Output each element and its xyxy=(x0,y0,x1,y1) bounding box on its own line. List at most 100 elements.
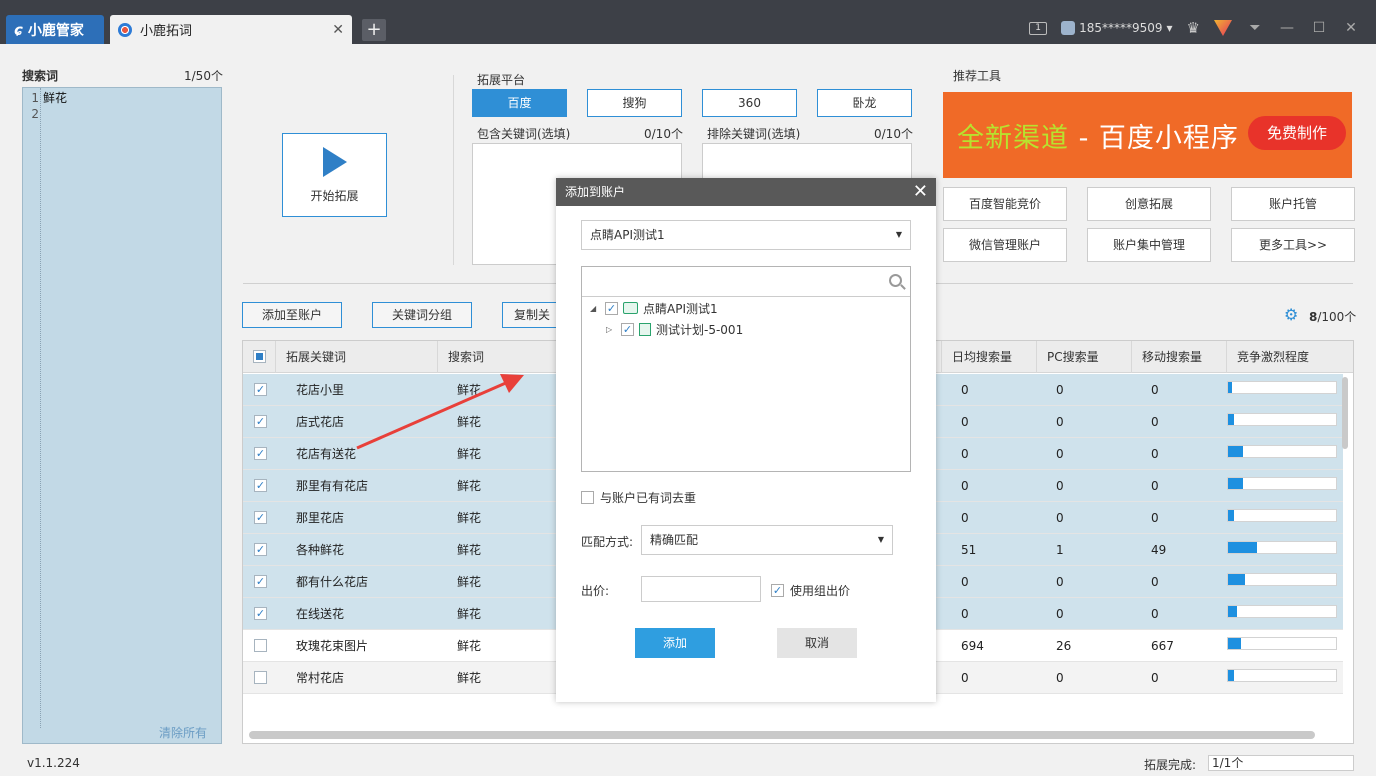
header-pc[interactable]: PC搜索量 xyxy=(1036,341,1131,373)
add-button[interactable]: 添加 xyxy=(635,628,715,658)
cell-pc: 0 xyxy=(1056,575,1064,589)
competition-fill xyxy=(1228,446,1244,457)
creative-expand-button[interactable]: 创意拓展 xyxy=(1087,187,1211,221)
match-type-select[interactable]: 精确匹配 ▼ xyxy=(641,525,893,555)
collapsed-arrow-icon[interactable]: ▷ xyxy=(606,325,616,334)
tree-search-input[interactable] xyxy=(582,267,910,297)
user-menu[interactable]: 185*****9509 ▾ xyxy=(1061,21,1173,35)
horizontal-scrollbar[interactable] xyxy=(249,731,1315,739)
menu-icon[interactable]: ⏷ xyxy=(1246,20,1264,36)
start-expand-label: 开始拓展 xyxy=(310,188,359,203)
baidu-smart-bid-button[interactable]: 百度智能竞价 xyxy=(943,187,1067,221)
tab-close-icon[interactable]: ✕ xyxy=(332,22,344,38)
editor-line: 1 鲜花 xyxy=(23,90,67,106)
expanded-arrow-icon[interactable]: ◢ xyxy=(590,304,600,313)
gear-icon[interactable]: ⚙ xyxy=(1284,307,1298,323)
maximize-icon[interactable]: ☐ xyxy=(1310,20,1328,36)
dialog-close-icon[interactable]: ✕ xyxy=(913,178,928,206)
include-keywords-label: 包含关键词(选填) xyxy=(477,127,571,141)
row-checkbox[interactable]: ✓ xyxy=(254,415,267,428)
row-checkbox[interactable] xyxy=(254,639,267,652)
cancel-button[interactable]: 取消 xyxy=(777,628,857,658)
selected-total: /100个 xyxy=(1317,310,1357,324)
account-checkbox[interactable]: ✓ xyxy=(605,301,618,315)
banner-highlight: 全新渠道 xyxy=(957,122,1069,154)
dedupe-checkbox[interactable] xyxy=(581,491,594,504)
row-checkbox[interactable] xyxy=(254,671,267,684)
cell-mobile: 0 xyxy=(1151,447,1159,461)
wechat-account-button[interactable]: 微信管理账户 xyxy=(943,228,1067,262)
crown-icon[interactable]: ♛ xyxy=(1187,19,1200,37)
row-checkbox[interactable]: ✓ xyxy=(254,575,267,588)
cell-pc: 0 xyxy=(1056,479,1064,493)
tree-node-plan[interactable]: ▷ ✓ 测试计划-5-001 xyxy=(606,320,743,338)
cell-keyword: 在线送花 xyxy=(296,607,345,621)
new-tab-button[interactable]: + xyxy=(362,19,386,41)
platform-wolong-button[interactable]: 卧龙 xyxy=(817,89,912,117)
group-bid-checkbox[interactable]: ✓ xyxy=(771,584,784,597)
cell-mobile: 0 xyxy=(1151,575,1159,589)
account-central-button[interactable]: 账户集中管理 xyxy=(1087,228,1211,262)
search-icon[interactable] xyxy=(889,274,902,287)
cell-search-word: 鲜花 xyxy=(457,671,482,685)
cell-keyword: 都有什么花店 xyxy=(296,575,369,589)
notification-badge[interactable]: 1 xyxy=(1029,21,1048,35)
close-icon[interactable]: ✕ xyxy=(1342,20,1360,36)
copy-button[interactable]: 复制关 xyxy=(502,302,562,328)
header-daily[interactable]: 日均搜索量 xyxy=(941,341,1036,373)
selected-count: 8/100个 xyxy=(1309,308,1356,325)
progress-label: 拓展完成: xyxy=(1144,758,1197,772)
group-bid-option[interactable]: ✓ 使用组出价 xyxy=(771,582,850,599)
row-checkbox[interactable]: ✓ xyxy=(254,511,267,524)
bid-input[interactable] xyxy=(641,576,761,602)
clear-all-link[interactable]: 清除所有 xyxy=(159,724,207,741)
plan-checkbox[interactable]: ✓ xyxy=(621,322,634,336)
add-to-account-button[interactable]: 添加至账户 xyxy=(242,302,342,328)
cell-mobile: 0 xyxy=(1151,415,1159,429)
free-make-button[interactable]: 免费制作 xyxy=(1248,116,1346,150)
brand-tab[interactable]: ɕ 小鹿管家 xyxy=(6,15,104,44)
cell-search-word: 鲜花 xyxy=(457,511,482,525)
vip-icon[interactable] xyxy=(1214,20,1232,36)
cell-pc: 0 xyxy=(1056,671,1064,685)
mini-program-banner[interactable]: 全新渠道 - 百度小程序 免费制作 xyxy=(943,92,1352,178)
cell-daily: 0 xyxy=(961,479,969,493)
cell-daily: 0 xyxy=(961,671,969,685)
competition-bar xyxy=(1227,445,1337,458)
more-tools-button[interactable]: 更多工具>> xyxy=(1231,228,1355,262)
header-mobile[interactable]: 移动搜索量 xyxy=(1131,341,1226,373)
user-icon xyxy=(1061,21,1076,35)
row-checkbox[interactable]: ✓ xyxy=(254,479,267,492)
cell-search-word: 鲜花 xyxy=(457,639,482,653)
competition-fill xyxy=(1228,638,1241,649)
header-search-word[interactable]: 搜索词 xyxy=(437,341,557,373)
tree-plan-label: 测试计划-5-001 xyxy=(656,322,744,337)
cell-pc: 0 xyxy=(1056,607,1064,621)
cell-search-word: 鲜花 xyxy=(457,383,482,397)
group-bid-label: 使用组出价 xyxy=(790,584,851,598)
platform-sogou-button[interactable]: 搜狗 xyxy=(587,89,682,117)
select-all-checkbox[interactable] xyxy=(253,350,266,363)
row-checkbox[interactable]: ✓ xyxy=(254,543,267,556)
search-words-count: 1/50个 xyxy=(184,69,223,83)
dedupe-option[interactable]: 与账户已有词去重 xyxy=(581,489,696,506)
keyword-group-button[interactable]: 关键词分组 xyxy=(372,302,472,328)
tree-node-account[interactable]: ◢ ✓ 点睛API测试1 xyxy=(590,299,718,317)
search-words-editor[interactable]: 1 鲜花 2 清除所有 xyxy=(22,87,222,744)
row-checkbox[interactable]: ✓ xyxy=(254,383,267,396)
header-competition[interactable]: 竞争激烈程度 xyxy=(1226,341,1346,373)
vertical-scrollbar[interactable] xyxy=(1342,377,1348,449)
account-select[interactable]: 点睛API测试1 ▼ xyxy=(581,220,911,250)
row-checkbox[interactable]: ✓ xyxy=(254,447,267,460)
cell-daily: 0 xyxy=(961,575,969,589)
account-hosting-button[interactable]: 账户托管 xyxy=(1231,187,1355,221)
minimize-icon[interactable]: — xyxy=(1278,20,1296,36)
platform-360-button[interactable]: 360 xyxy=(702,89,797,117)
tab-xiaolu-keyword[interactable]: 小鹿拓词 ✕ xyxy=(110,15,352,44)
brand-label: 小鹿管家 xyxy=(27,22,84,39)
cell-pc: 0 xyxy=(1056,383,1064,397)
header-keyword[interactable]: 拓展关键词 xyxy=(275,341,437,373)
row-checkbox[interactable]: ✓ xyxy=(254,607,267,620)
start-expand-button[interactable]: 开始拓展 xyxy=(282,133,387,217)
platform-baidu-button[interactable]: 百度 xyxy=(472,89,567,117)
